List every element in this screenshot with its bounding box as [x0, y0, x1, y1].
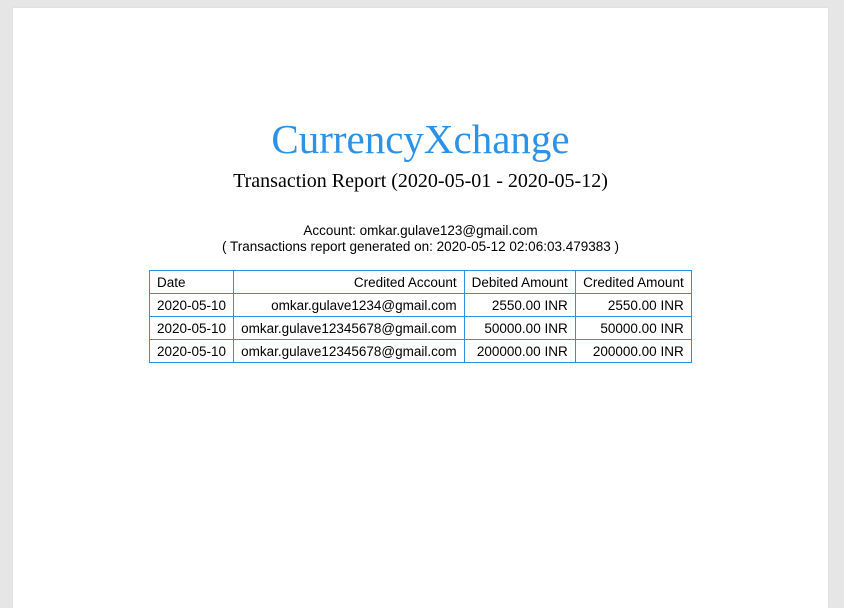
row-credited-amount: 50000.00 INR: [574, 316, 692, 340]
table-row: 2020-05-10 omkar.gulave12345678@gmail.co…: [148, 339, 692, 363]
table-row: 2020-05-10 omkar.gulave12345678@gmail.co…: [148, 316, 692, 340]
row-credited-account: omkar.gulave1234@gmail.com: [233, 293, 465, 317]
report-title: Transaction Report (2020-05-01 - 2020-05…: [233, 170, 608, 192]
account-line: Account: omkar.gulave123@gmail.com: [303, 223, 538, 238]
row-credited-amount: 200000.00 INR: [574, 339, 692, 363]
row-debited-amount: 2550.00 INR: [463, 293, 576, 317]
table-header-row: Date Credited Account Debited Amount Cre…: [148, 270, 692, 294]
document-viewer: CurrencyXchange Transaction Report (2020…: [0, 0, 844, 608]
header-credited-amount: Credited Amount: [574, 270, 692, 294]
row-debited-amount: 50000.00 INR: [463, 316, 576, 340]
brand-title: CurrencyXchange: [271, 116, 570, 162]
generated-timestamp: ( Transactions report generated on: 2020…: [221, 239, 620, 254]
row-date: 2020-05-10: [148, 339, 235, 363]
row-date: 2020-05-10: [148, 316, 235, 340]
row-debited-amount: 200000.00 INR: [463, 339, 576, 363]
row-credited-account: omkar.gulave12345678@gmail.com: [233, 316, 465, 340]
header-credited-account: Credited Account: [233, 270, 465, 294]
report-page: CurrencyXchange Transaction Report (2020…: [13, 8, 828, 608]
header-debited-amount: Debited Amount: [463, 270, 576, 294]
row-date: 2020-05-10: [148, 293, 235, 317]
table-row: 2020-05-10 omkar.gulave1234@gmail.com 25…: [148, 293, 692, 317]
row-credited-amount: 2550.00 INR: [574, 293, 692, 317]
transactions-table: Date Credited Account Debited Amount Cre…: [148, 270, 692, 363]
row-credited-account: omkar.gulave12345678@gmail.com: [233, 339, 465, 363]
header-date: Date: [148, 270, 235, 294]
